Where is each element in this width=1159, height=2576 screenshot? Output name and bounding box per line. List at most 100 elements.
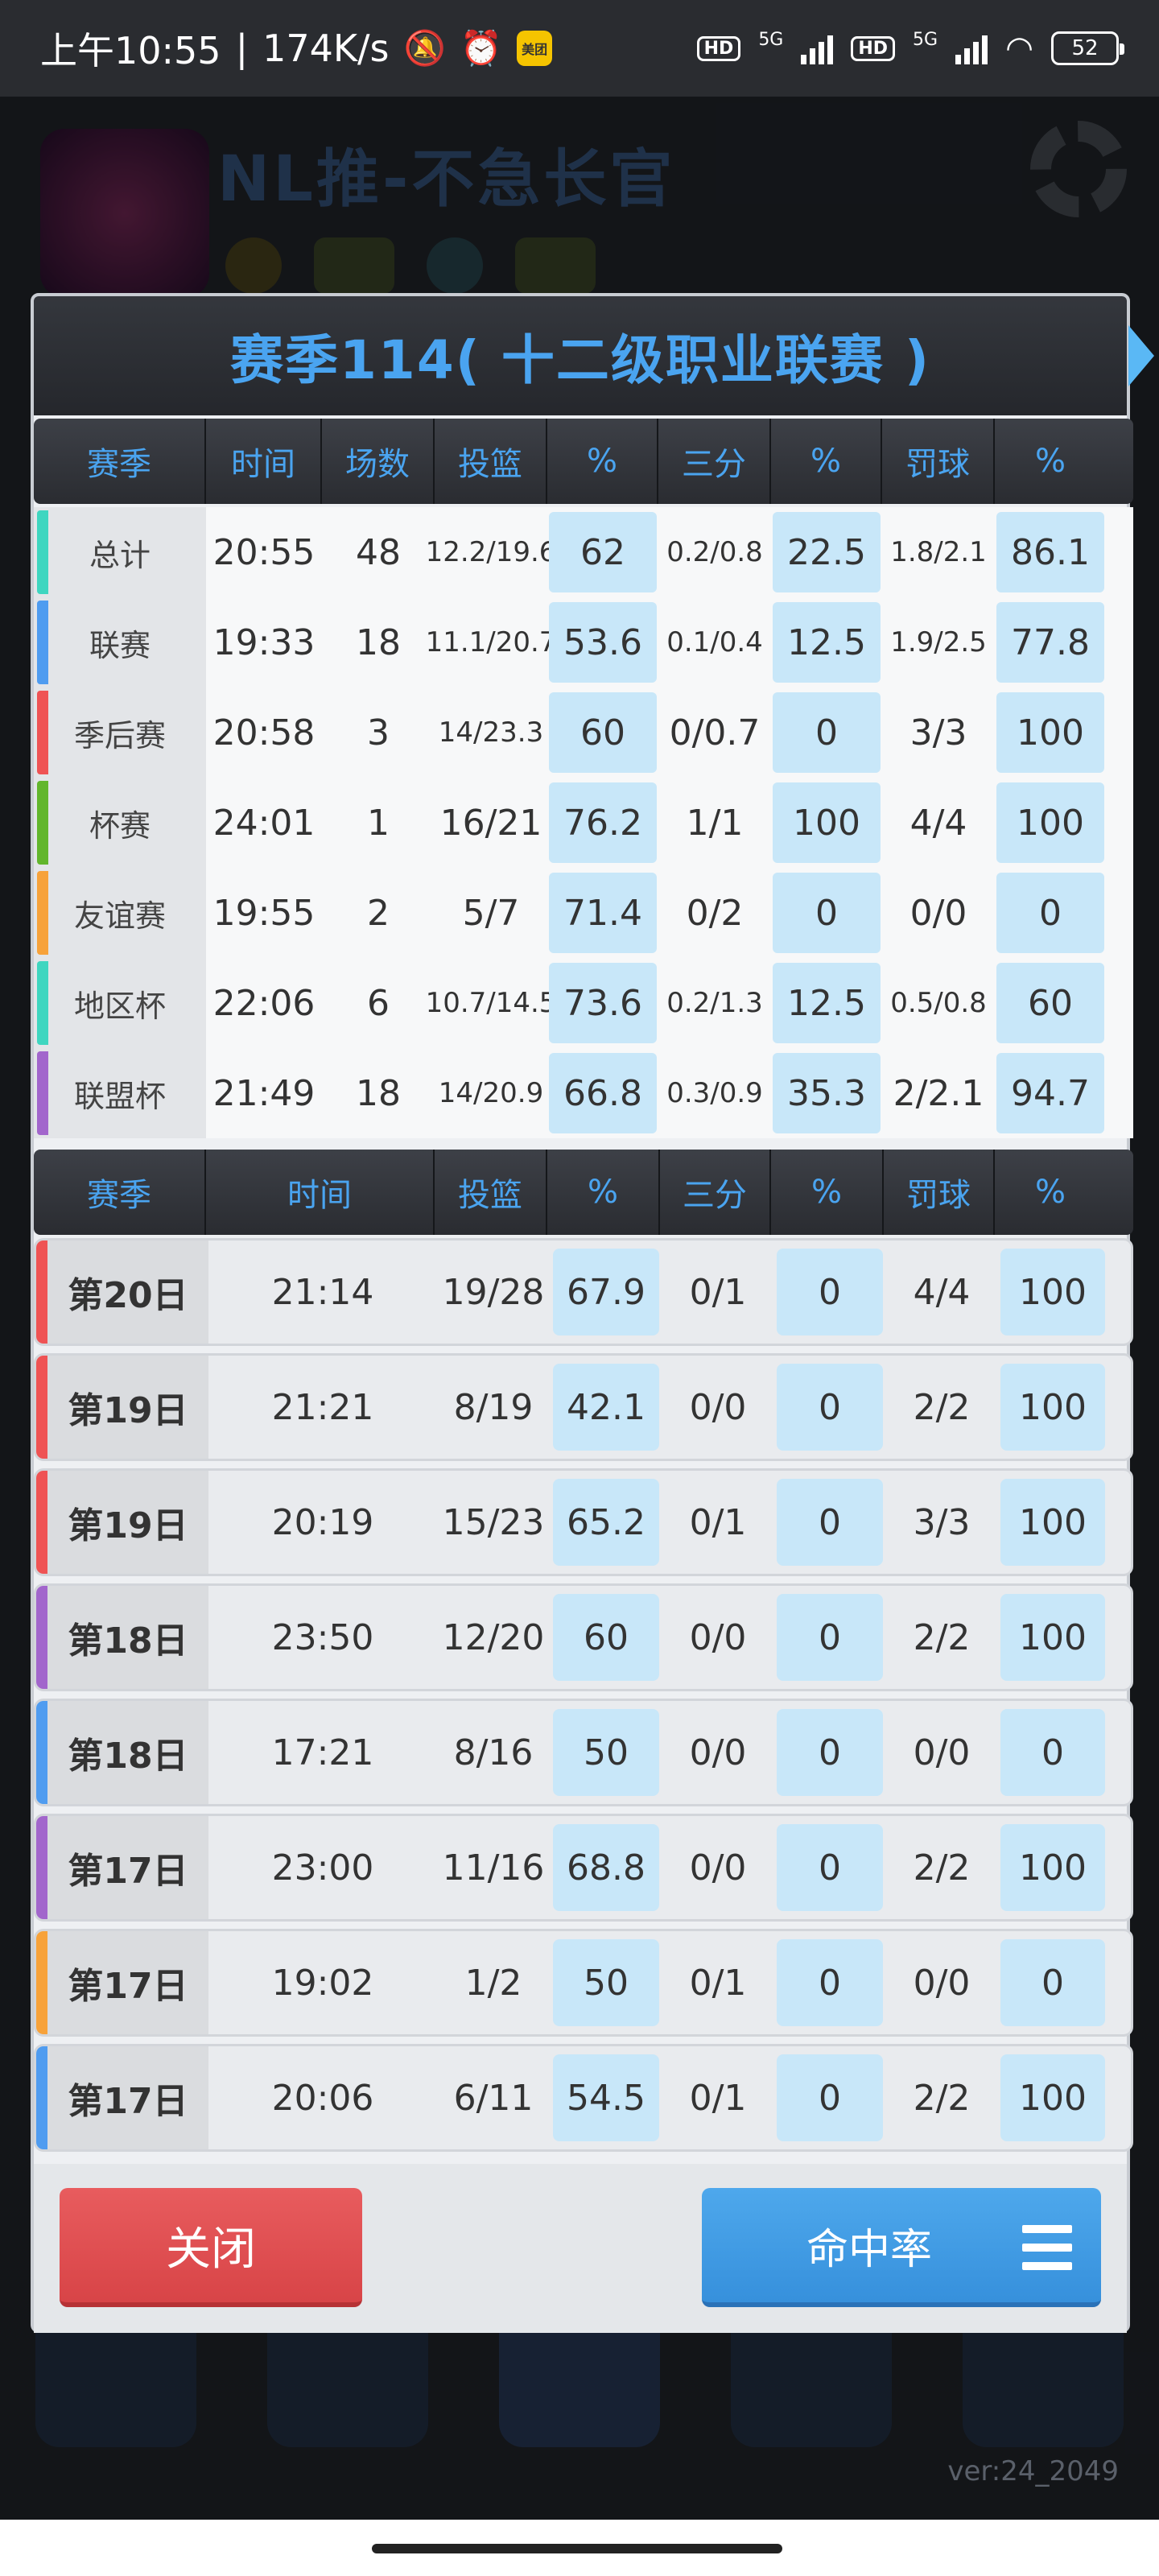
summary-cell-ft: 3/3 (909, 712, 967, 753)
summary-row[interactable]: 地区杯 22:06 6 10.7/14.5 73.6 0.2/1.3 12.5 0.5/0.8… (34, 958, 1133, 1048)
game-cell-three-pct: 0 (777, 1939, 883, 2026)
game-cell-time: 17:21 (271, 1732, 374, 1773)
game-cell-time: 20:06 (271, 2077, 374, 2119)
column-header: % (547, 419, 658, 504)
category-color-stripe (36, 1816, 47, 1919)
summary-cell-name: 地区杯 (34, 958, 206, 1048)
dialog-footer: 关闭 命中率 (34, 2164, 1127, 2333)
game-cell-three-pct: 0 (777, 1364, 883, 1451)
hit-rate-button[interactable]: 命中率 (702, 2188, 1101, 2307)
summary-cell-three: 0.3/0.9 (666, 1077, 763, 1109)
wifi-icon: ◠ (1005, 30, 1033, 67)
hd-icon: HD (696, 35, 741, 61)
summary-cell-ft-pct: 0 (996, 873, 1104, 953)
summary-row-label: 联盟杯 (73, 1078, 166, 1114)
column-header: 赛季 (34, 419, 206, 504)
game-cell-name: 第19日 (36, 1471, 208, 1574)
dialog-title: 赛季114( 十二级职业联赛 ) (229, 329, 931, 391)
game-cell-three-pct: 0 (777, 1479, 883, 1566)
signal-icon-2 (955, 32, 988, 64)
home-indicator-bar[interactable] (372, 2544, 782, 2553)
game-row-label: 第19日 (68, 1505, 188, 1546)
column-header: 赛季 (34, 1150, 206, 1235)
game-cell-fg-pct: 42.1 (553, 1364, 659, 1451)
game-row-label: 第17日 (68, 2081, 188, 2122)
game-cell-fg-pct: 65.2 (553, 1479, 659, 1566)
summary-cell-three-pct: 12.5 (773, 963, 881, 1043)
summary-cell-time: 22:06 (212, 982, 316, 1024)
column-header: 三分 (658, 419, 771, 504)
battery-icon: 52 (1051, 31, 1124, 65)
game-cell-name: 第18日 (36, 1586, 208, 1689)
game-row-label: 第20日 (68, 1275, 188, 1316)
game-cell-fg-pct: 67.9 (553, 1249, 659, 1335)
game-row[interactable]: 第19日 20:19 15/23 65.2 0/1 0 3/3 100 (34, 1468, 1133, 1576)
category-color-stripe (36, 2046, 47, 2149)
game-row[interactable]: 第18日 23:50 12/20 60 0/0 0 2/2 100 (34, 1583, 1133, 1691)
game-cell-fg: 8/19 (453, 1386, 534, 1428)
summary-cell-fg: 14/20.9 (438, 1077, 544, 1109)
column-header: % (547, 1150, 660, 1235)
game-cell-fg: 6/11 (453, 2077, 534, 2119)
game-cell-three-pct: 0 (777, 2054, 883, 2141)
summary-row[interactable]: 联盟杯 21:49 18 14/20.9 66.8 0.3/0.9 35.3 2/2.1 94.… (34, 1048, 1133, 1138)
game-row[interactable]: 第19日 21:21 8/19 42.1 0/0 0 2/2 100 (34, 1353, 1133, 1461)
summary-cell-time: 20:58 (212, 712, 316, 753)
summary-cell-ft: 2/2.1 (893, 1072, 984, 1114)
column-header: 时间 (206, 1150, 435, 1235)
column-header: 罚球 (882, 419, 995, 504)
game-cell-ft: 2/2 (913, 2077, 971, 2119)
summary-cell-games: 2 (367, 892, 390, 934)
close-button[interactable]: 关闭 (60, 2188, 362, 2307)
summary-cell-ft: 4/4 (909, 802, 967, 844)
summary-cell-fg: 14/23.3 (438, 716, 544, 749)
summary-cell-games: 18 (356, 1072, 401, 1114)
summary-cell-ft-pct: 60 (996, 963, 1104, 1043)
game-row-label: 第18日 (68, 1620, 188, 1662)
summary-row[interactable]: 杯赛 24:01 1 16/21 76.2 1/1 100 4/4 100 (34, 778, 1133, 868)
column-header: % (1034, 1174, 1066, 1211)
game-cell-ft: 2/2 (913, 1847, 971, 1889)
game-row[interactable]: 第17日 19:02 1/2 50 0/1 0 0/0 0 (34, 1929, 1133, 2037)
game-cell-three: 0/1 (689, 1962, 747, 2004)
column-header: 投篮 (435, 419, 547, 504)
category-color-stripe (36, 1701, 47, 1804)
game-cell-ft-pct: 100 (1000, 1364, 1105, 1451)
summary-cell-time: 19:33 (212, 621, 316, 663)
summary-cell-games: 18 (356, 621, 401, 663)
game-cell-ft-pct: 0 (1000, 1939, 1105, 2026)
summary-cell-fg: 11.1/20.7 (425, 626, 557, 658)
game-cell-three-pct: 0 (777, 1709, 883, 1796)
summary-row[interactable]: 友谊赛 19:55 2 5/7 71.4 0/2 0 0/0 0 (34, 868, 1133, 958)
summary-cell-name: 联盟杯 (34, 1048, 206, 1138)
game-cell-fg: 15/23 (442, 1501, 545, 1543)
summary-cell-fg: 10.7/14.5 (425, 987, 557, 1019)
network-type-label-2: 5G (913, 30, 938, 50)
alarm-icon: ⏰ (460, 28, 503, 68)
game-row[interactable]: 第17日 23:00 11/16 68.8 0/0 0 2/2 100 (34, 1814, 1133, 1922)
summary-cell-ft: 1.9/2.5 (890, 626, 987, 658)
next-season-arrow-icon[interactable] (1128, 325, 1154, 386)
summary-row-label: 季后赛 (73, 717, 166, 753)
game-cell-name: 第17日 (36, 2046, 208, 2149)
game-cell-fg-pct: 68.8 (553, 1824, 659, 1911)
dialog-header: 赛季114( 十二级职业联赛 ) (34, 296, 1127, 415)
summary-row[interactable]: 联赛 19:33 18 11.1/20.7 53.6 0.1/0.4 12.5 1.9/2.5… (34, 597, 1133, 687)
summary-row[interactable]: 季后赛 20:58 3 14/23.3 60 0/0.7 0 3/3 100 (34, 687, 1133, 778)
game-cell-three-pct: 0 (777, 1249, 883, 1335)
summary-cell-name: 友谊赛 (34, 868, 206, 958)
game-row[interactable]: 第20日 21:14 19/28 67.9 0/1 0 4/4 100 (34, 1238, 1133, 1346)
category-color-stripe (37, 781, 48, 865)
stats-dialog: 赛季114( 十二级职业联赛 ) 赛季 时间 场数 投篮% 三分% 罚球% 总计 20:55… (31, 293, 1154, 2333)
game-cell-fg: 8/16 (453, 1732, 534, 1773)
summary-cell-name: 季后赛 (34, 687, 206, 778)
category-color-stripe (37, 510, 48, 594)
game-row[interactable]: 第18日 17:21 8/16 50 0/0 0 0/0 0 (34, 1699, 1133, 1806)
game-row[interactable]: 第17日 20:06 6/11 54.5 0/1 0 2/2 100 (34, 2044, 1133, 2152)
game-cell-name: 第17日 (36, 1931, 208, 2034)
column-header: 罚球 (884, 1150, 995, 1235)
summary-cell-fg-pct: 60 (549, 692, 657, 773)
game-cell-time: 23:50 (271, 1616, 374, 1658)
summary-row[interactable]: 总计 20:55 48 12.2/19.6 62 0.2/0.8 22.5 1.8/2.1 86… (34, 507, 1133, 597)
summary-cell-ft: 0.5/0.8 (890, 987, 987, 1019)
